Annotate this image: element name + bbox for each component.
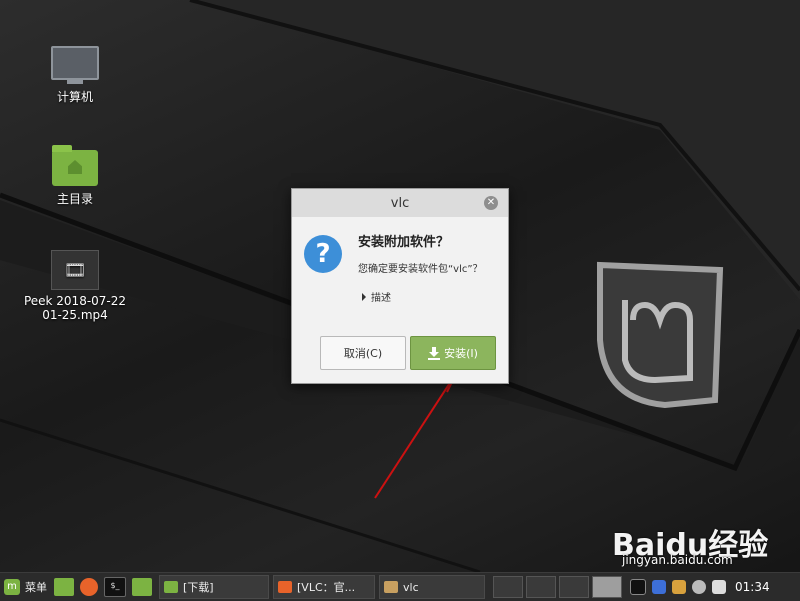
install-label: 安装(I)	[444, 347, 478, 360]
firefox-icon	[278, 581, 292, 593]
taskbar-window-vlc[interactable]: vlc	[379, 575, 485, 599]
details-label: 描述	[371, 293, 391, 304]
workspace-3[interactable]	[559, 576, 589, 598]
taskbar-window-vlc-site[interactable]: [VLC：官...	[273, 575, 375, 599]
show-desktop-icon[interactable]	[54, 578, 74, 596]
dialog-heading: 安装附加软件？	[358, 235, 450, 250]
menu-button[interactable]: m 菜单	[0, 575, 51, 599]
files-icon[interactable]	[132, 578, 152, 596]
terminal-icon[interactable]: $_	[104, 577, 126, 597]
cancel-button[interactable]: 取消(C)	[320, 336, 406, 370]
window-label: [下载]	[183, 581, 214, 594]
network-icon[interactable]	[712, 580, 726, 594]
question-icon: ?	[304, 235, 342, 273]
close-icon[interactable]: ✕	[484, 196, 498, 210]
desktop-icon-label: 主目录	[56, 192, 93, 206]
details-expander[interactable]: 描述	[362, 289, 391, 304]
dialog-message: 您确定要安装软件包“vlc”？	[358, 264, 483, 275]
dialog-titlebar[interactable]: vlc ✕	[292, 189, 508, 217]
mint-menu-icon: m	[4, 579, 20, 595]
annotation-arrow	[374, 374, 456, 499]
desktop-icon-label: 计算机	[56, 90, 93, 104]
shield-icon[interactable]	[652, 580, 666, 594]
clock[interactable]: 01:34	[735, 580, 770, 594]
firefox-icon[interactable]	[80, 578, 98, 596]
desktop-icon-computer[interactable]: 计算机	[20, 46, 130, 105]
window-label: vlc	[403, 580, 419, 594]
window-label: [VLC：官...	[297, 581, 356, 594]
install-dialog: vlc ✕ ? 安装附加软件？ 您确定要安装软件包“vlc”？ 描述 取消(C)…	[291, 188, 509, 384]
download-icon	[428, 347, 441, 360]
home-folder-icon	[52, 145, 98, 186]
menu-label: 菜单	[25, 581, 47, 594]
package-icon	[384, 581, 398, 593]
warning-icon[interactable]	[672, 580, 686, 594]
install-button[interactable]: 安装(I)	[410, 336, 496, 370]
window-icon[interactable]	[630, 579, 646, 595]
desktop-icon-home[interactable]: 主目录	[20, 145, 130, 207]
desktop-icon-video[interactable]: 🎞 Peek 2018-07-22 01-25.mp4	[20, 250, 130, 322]
dialog-title: vlc	[390, 195, 410, 211]
workspace-1[interactable]	[493, 576, 523, 598]
expand-triangle-icon	[362, 292, 366, 301]
user-icon[interactable]	[692, 580, 706, 594]
folder-icon	[164, 581, 178, 593]
taskbar: m 菜单 $_ [下载] [VLC：官... vlc 01:34	[0, 572, 800, 601]
computer-icon	[51, 46, 99, 84]
workspace-4[interactable]	[592, 576, 622, 598]
taskbar-window-downloads[interactable]: [下载]	[159, 575, 269, 599]
mint-logo-icon	[597, 261, 724, 409]
baidu-watermark-url: jingyan.baidu.com	[622, 553, 733, 567]
desktop-icon-label: Peek 2018-07-22 01-25.mp4	[23, 294, 127, 322]
video-file-icon: 🎞	[51, 250, 99, 290]
workspace-2[interactable]	[526, 576, 556, 598]
